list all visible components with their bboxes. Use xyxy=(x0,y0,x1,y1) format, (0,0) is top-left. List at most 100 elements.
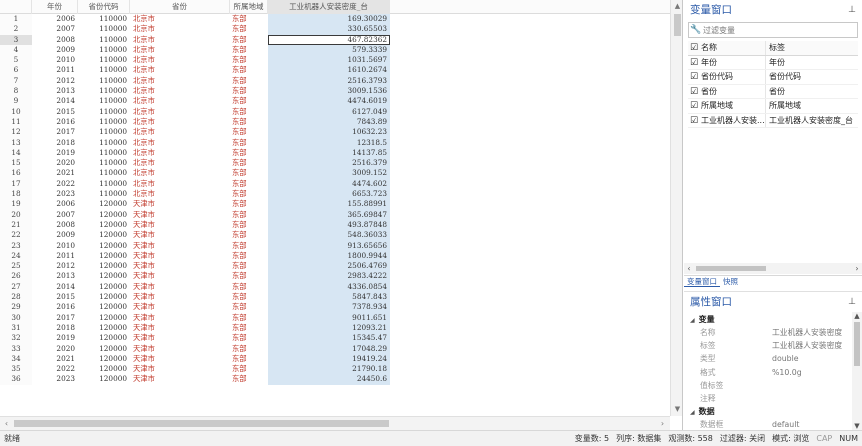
cell-region[interactable]: 东部 xyxy=(230,179,268,189)
cell-region[interactable]: 东部 xyxy=(230,168,268,178)
table-row[interactable]: 5 2010 110000 北京市 东部 1031.5697 xyxy=(0,55,670,66)
cell-province[interactable]: 天津市 xyxy=(130,210,230,220)
row-number[interactable]: 33 xyxy=(0,343,32,354)
cell-province[interactable]: 北京市 xyxy=(130,148,230,158)
cell-province-code[interactable]: 120000 xyxy=(78,199,130,209)
cell-province[interactable]: 天津市 xyxy=(130,354,230,364)
row-number[interactable]: 7 xyxy=(0,75,32,87)
table-row[interactable]: 24 2011 120000 天津市 东部 1800.9944 xyxy=(0,250,670,262)
property-row[interactable]: 名称 工业机器人安装密度 xyxy=(684,326,852,339)
cell-region[interactable]: 东部 xyxy=(230,148,268,158)
table-row[interactable]: 17 2022 110000 北京市 东部 4474.602 xyxy=(0,178,670,190)
cell-year[interactable]: 2011 xyxy=(32,251,78,261)
table-row[interactable]: 31 2018 120000 天津市 东部 12093.21 xyxy=(0,322,670,334)
table-row[interactable]: 26 2013 120000 天津市 东部 2983.4222 xyxy=(0,271,670,282)
cell-robot-density[interactable]: 1800.9944 xyxy=(268,250,390,262)
pin-icon[interactable]: ⊥ xyxy=(848,0,856,20)
cell-year[interactable]: 2022 xyxy=(32,179,78,189)
cell-region[interactable]: 东部 xyxy=(230,127,268,137)
variable-name-header[interactable]: 名称 xyxy=(700,41,766,55)
row-number[interactable]: 25 xyxy=(0,261,32,272)
row-number[interactable]: 5 xyxy=(0,55,32,66)
cell-province[interactable]: 天津市 xyxy=(130,344,230,354)
property-row[interactable]: 格式 %10.0g xyxy=(684,366,852,379)
table-row[interactable]: 10 2015 110000 北京市 东部 6127.049 xyxy=(0,106,670,117)
cell-province-code[interactable]: 110000 xyxy=(78,65,130,75)
tab-variable-window[interactable]: 变量窗口 xyxy=(684,276,720,287)
cell-province-code[interactable]: 110000 xyxy=(78,189,130,199)
scroll-right-icon[interactable]: › xyxy=(656,417,669,430)
cell-year[interactable]: 2008 xyxy=(32,35,78,45)
column-header-province-code[interactable]: 省份代码 xyxy=(78,0,130,14)
cell-year[interactable]: 2010 xyxy=(32,241,78,251)
table-row[interactable]: 4 2009 110000 北京市 东部 579.3339 xyxy=(0,44,670,56)
cell-year[interactable]: 2016 xyxy=(32,117,78,127)
row-number[interactable]: 8 xyxy=(0,86,32,97)
cell-province[interactable]: 天津市 xyxy=(130,374,230,384)
table-row[interactable]: 9 2014 110000 北京市 东部 4474.6019 xyxy=(0,96,670,107)
property-section-variable[interactable]: ◢ 变量 xyxy=(684,313,852,326)
row-number[interactable]: 34 xyxy=(0,353,32,365)
cell-year[interactable]: 2023 xyxy=(32,374,78,384)
cell-robot-density[interactable]: 12318.5 xyxy=(268,137,390,148)
cell-robot-density[interactable]: 4474.602 xyxy=(268,178,390,190)
cell-robot-density[interactable]: 4474.6019 xyxy=(268,96,390,107)
select-all-checkbox[interactable]: ☑ xyxy=(688,41,700,55)
cell-year[interactable]: 2011 xyxy=(32,65,78,75)
cell-robot-density[interactable]: 467.82362 xyxy=(268,34,390,45)
row-number[interactable]: 28 xyxy=(0,292,32,303)
cell-province-code[interactable]: 110000 xyxy=(78,45,130,55)
cell-province-code[interactable]: 120000 xyxy=(78,333,130,343)
cell-province-code[interactable]: 120000 xyxy=(78,323,130,333)
cell-province[interactable]: 北京市 xyxy=(130,55,230,65)
column-header-region[interactable]: 所属地域 xyxy=(230,0,268,14)
cell-region[interactable]: 东部 xyxy=(230,35,268,45)
cell-robot-density[interactable]: 6653.723 xyxy=(268,189,390,200)
table-row[interactable]: 18 2023 110000 北京市 东部 6653.723 xyxy=(0,189,670,200)
cell-province[interactable]: 天津市 xyxy=(130,313,230,323)
cell-robot-density[interactable]: 21790.18 xyxy=(268,364,390,375)
row-number[interactable]: 26 xyxy=(0,271,32,282)
row-number[interactable]: 15 xyxy=(0,158,32,169)
table-row[interactable]: 30 2017 120000 天津市 东部 9011.651 xyxy=(0,312,670,323)
cell-year[interactable]: 2009 xyxy=(32,45,78,55)
cell-year[interactable]: 2012 xyxy=(32,76,78,86)
grid-horizontal-scrollbar[interactable]: ‹ › xyxy=(0,416,670,430)
scroll-left-icon[interactable]: ‹ xyxy=(684,263,694,274)
row-number[interactable]: 23 xyxy=(0,240,32,251)
row-number[interactable]: 30 xyxy=(0,312,32,323)
cell-region[interactable]: 东部 xyxy=(230,14,268,24)
table-row[interactable]: 36 2023 120000 天津市 东部 24450.6 xyxy=(0,374,670,385)
cell-year[interactable]: 2022 xyxy=(32,364,78,374)
table-row[interactable]: 19 2006 120000 天津市 东部 155.88991 xyxy=(0,199,670,210)
table-row[interactable]: 27 2014 120000 天津市 东部 4336.0854 xyxy=(0,281,670,293)
variable-checkbox[interactable]: ☑ xyxy=(688,114,700,128)
table-row[interactable]: 11 2016 110000 北京市 东部 7843.89 xyxy=(0,116,670,128)
cell-year[interactable]: 2023 xyxy=(32,189,78,199)
cell-region[interactable]: 东部 xyxy=(230,282,268,292)
cell-year[interactable]: 2007 xyxy=(32,24,78,34)
cell-region[interactable]: 东部 xyxy=(230,241,268,251)
cell-robot-density[interactable]: 2983.4222 xyxy=(268,271,390,282)
cell-year[interactable]: 2021 xyxy=(32,354,78,364)
row-number[interactable]: 16 xyxy=(0,168,32,179)
cell-province-code[interactable]: 110000 xyxy=(78,138,130,148)
cell-region[interactable]: 东部 xyxy=(230,24,268,34)
cell-province-code[interactable]: 110000 xyxy=(78,76,130,86)
cell-province-code[interactable]: 110000 xyxy=(78,107,130,117)
cell-province[interactable]: 北京市 xyxy=(130,14,230,24)
cell-robot-density[interactable]: 913.65656 xyxy=(268,240,390,251)
variable-checkbox[interactable]: ☑ xyxy=(688,56,700,70)
row-number[interactable]: 17 xyxy=(0,178,32,190)
cell-region[interactable]: 东部 xyxy=(230,344,268,354)
table-row[interactable]: 13 2018 110000 北京市 东部 12318.5 xyxy=(0,137,670,148)
cell-region[interactable]: 东部 xyxy=(230,210,268,220)
grid-vertical-scrollbar[interactable]: ▲ ▼ xyxy=(670,0,682,416)
cell-region[interactable]: 东部 xyxy=(230,189,268,199)
table-row[interactable]: 8 2013 110000 北京市 东部 3009.1536 xyxy=(0,86,670,97)
cell-region[interactable]: 东部 xyxy=(230,292,268,302)
cell-robot-density[interactable]: 579.3339 xyxy=(268,44,390,56)
column-header-robot-density[interactable]: 工业机器人安装密度_台 xyxy=(268,0,390,14)
cell-region[interactable]: 东部 xyxy=(230,138,268,148)
cell-robot-density[interactable]: 10632.23 xyxy=(268,127,390,138)
